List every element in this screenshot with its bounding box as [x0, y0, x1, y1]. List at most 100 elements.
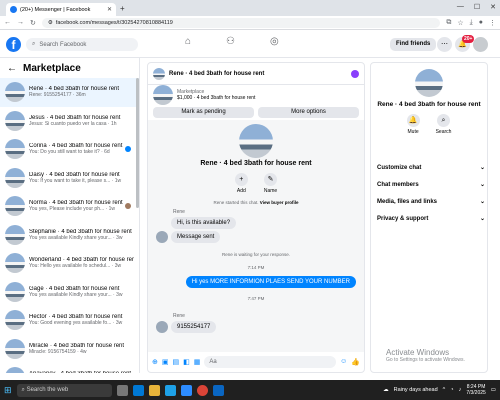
- weather-icon[interactable]: ☁: [383, 387, 389, 393]
- windows-taskbar: ⊞ ⌕ Search the web ☁ Rainy days ahead ^ …: [0, 380, 500, 400]
- browser-tab[interactable]: (20+) Messenger | Facebook ✕: [6, 3, 116, 16]
- maximize-icon[interactable]: ☐: [474, 3, 480, 11]
- minimize-icon[interactable]: —: [457, 3, 464, 11]
- item-title: Miracle · 4 bed 3bath for house rent: [29, 342, 125, 349]
- marketplace-panel: ← Marketplace Rene · 4 bed 3bath for hou…: [0, 58, 140, 373]
- view-buyer-profile-link[interactable]: View buyer profile: [260, 200, 299, 205]
- download-icon[interactable]: ⤓: [470, 19, 473, 27]
- item-preview: You yes available Kindly share your... ·…: [29, 291, 123, 298]
- name-button[interactable]: ✎ Name: [264, 173, 277, 194]
- marketplace-list-item[interactable]: Corina · 4 bed 3bath for house rent You: …: [0, 135, 139, 164]
- mute-button[interactable]: 🔔 Mute: [406, 114, 420, 135]
- message-feed: Rene · 4 bed 3bath for house rent + Add …: [148, 120, 364, 352]
- volume-icon[interactable]: ♪: [459, 387, 462, 393]
- mark-as-pending-button[interactable]: Mark as pending: [153, 107, 254, 118]
- mail-icon[interactable]: [180, 384, 192, 396]
- browser-tabbar: (20+) Messenger | Facebook ✕ + — ☐ ✕: [0, 0, 500, 16]
- incoming-message[interactable]: 9155254177: [171, 321, 217, 333]
- edge-icon[interactable]: [132, 384, 144, 396]
- incoming-message[interactable]: Message sent: [171, 231, 221, 243]
- marketplace-list-item[interactable]: Miracle · 4 bed 3bath for house rent Mira…: [0, 335, 139, 364]
- listing-thumbnail: [5, 338, 25, 359]
- chat-avatar[interactable]: [153, 67, 165, 80]
- notification-center-icon[interactable]: ▭: [491, 387, 496, 393]
- reload-icon[interactable]: ↻: [30, 19, 36, 27]
- marketplace-list-item[interactable]: Norma · 4 bed 3bath for house rent You ye…: [0, 192, 139, 221]
- marketplace-list-item[interactable]: Hector · 4 bed 3bath for house rent You: …: [0, 306, 139, 335]
- weather-text[interactable]: Rainy days ahead: [394, 387, 438, 393]
- plus-icon[interactable]: ⊕: [152, 358, 158, 366]
- outgoing-message[interactable]: Hi yes MORE INFORMION PLAES SEND YOUR NU…: [185, 276, 356, 288]
- more-options-button[interactable]: More options: [258, 107, 359, 118]
- file-explorer-icon[interactable]: [148, 384, 160, 396]
- message-input[interactable]: Aa: [204, 355, 337, 368]
- privacy-support-row[interactable]: Privacy & support ⌄: [377, 210, 485, 227]
- item-preview: Miracle: 9156754159 · 4w: [29, 348, 87, 355]
- chat-info-icon[interactable]: [351, 69, 359, 78]
- emoji-icon[interactable]: ☺: [340, 358, 347, 365]
- windows-start-icon[interactable]: ⊞: [4, 385, 12, 396]
- media-files-row[interactable]: Media, files and links ⌄: [377, 193, 485, 210]
- marketplace-scrollbar[interactable]: [136, 78, 139, 208]
- chat-started-note: Rene started this chat. View buyer profi…: [148, 200, 364, 205]
- friends-icon[interactable]: ⚇: [226, 36, 235, 47]
- section-label: Media, files and links: [377, 198, 438, 205]
- sticker-icon[interactable]: ◧: [183, 358, 190, 366]
- incoming-message[interactable]: Hi, is this available?: [171, 217, 237, 229]
- search-chat-button[interactable]: ⌕ Search: [436, 114, 451, 135]
- task-view-icon[interactable]: [116, 384, 128, 396]
- find-friends-button[interactable]: Find friends: [390, 38, 437, 51]
- chat-members-row[interactable]: Chat members ⌄: [377, 176, 485, 193]
- marketplace-list-item[interactable]: Daisy · 4 bed 3bath for house rent You: I…: [0, 164, 139, 193]
- forward-icon[interactable]: →: [17, 19, 24, 26]
- bookmark-star-icon[interactable]: ☆: [457, 19, 463, 27]
- product-bar[interactable]: Marketplace $1,000 · 4 bed 3bath for hou…: [148, 85, 364, 105]
- listing-thumbnail: [5, 224, 25, 245]
- chrome-icon[interactable]: [196, 384, 208, 396]
- search-facebook-input[interactable]: ⌕ Search Facebook: [26, 38, 138, 51]
- sender-avatar[interactable]: [156, 231, 168, 243]
- teams-icon[interactable]: [212, 384, 224, 396]
- facebook-logo-icon[interactable]: f: [6, 37, 21, 52]
- close-tab-icon[interactable]: ✕: [107, 6, 112, 13]
- marketplace-list-item[interactable]: Wonderland · 4 bed 3bath for house rent Y…: [0, 249, 139, 278]
- back-icon[interactable]: ←: [4, 19, 11, 26]
- marketplace-list-item[interactable]: Rene · 4 bed 3bath for house rent Rene: 9…: [0, 78, 139, 107]
- new-tab-icon[interactable]: +: [120, 4, 125, 13]
- cast-icon[interactable]: ⧉: [446, 19, 451, 27]
- add-button[interactable]: + Add: [234, 173, 248, 194]
- menu-grid-icon[interactable]: ⋯: [437, 37, 452, 52]
- item-preview: You: Do you still want to take it? · 6d: [29, 149, 110, 156]
- marketplace-list-item[interactable]: Stephanie · 4 bed 3bath for house rent Yo…: [0, 221, 139, 250]
- customize-chat-row[interactable]: Customize chat ⌄: [377, 159, 485, 176]
- site-info-icon[interactable]: ⚙: [48, 20, 53, 26]
- close-window-icon[interactable]: ✕: [490, 3, 496, 11]
- chat-header: Rene · 4 bed 3bath for house rent: [148, 63, 364, 85]
- browser-menu-icon[interactable]: ⋮: [489, 19, 496, 27]
- listing-thumbnail: [5, 281, 25, 302]
- item-title: Jesus · 4 bed 3bath for house rent: [29, 114, 121, 121]
- marketplace-list-item[interactable]: Gage · 4 bed 3bath for house rent You yes…: [0, 278, 139, 307]
- marketplace-list-item[interactable]: Jesus · 4 bed 3bath for house rent Jesus:…: [0, 107, 139, 136]
- item-title: Stephanie · 4 bed 3bath for house rent: [29, 228, 132, 235]
- url-field[interactable]: ⚙ facebook.com/messages/t/30254270810884…: [41, 17, 441, 28]
- camera-icon[interactable]: ▣: [162, 358, 169, 366]
- profile-icon[interactable]: ●: [479, 19, 483, 27]
- details-avatar[interactable]: [415, 69, 443, 97]
- facebook-header: f ⌕ Search Facebook ⌂ ⚇ ◎ Find friends ⋯…: [0, 30, 500, 58]
- taskbar-search[interactable]: ⌕ Search the web: [16, 383, 112, 397]
- listing-thumbnail: [5, 367, 25, 373]
- home-icon[interactable]: ⌂: [185, 36, 191, 47]
- marketplace-list-item[interactable]: Anayancy · 4 bed 3bath for house rentAna…: [0, 363, 139, 373]
- back-arrow-icon[interactable]: ←: [7, 63, 17, 74]
- network-icon[interactable]: ◔: [450, 387, 453, 393]
- gif-icon[interactable]: ▦: [194, 358, 201, 366]
- sender-avatar[interactable]: [156, 321, 168, 333]
- account-avatar[interactable]: [473, 37, 488, 52]
- clock[interactable]: 8:24 PM 7/3/2025: [466, 384, 485, 396]
- gallery-icon[interactable]: ▤: [173, 358, 180, 366]
- thumbs-up-icon[interactable]: 👍: [351, 358, 360, 366]
- store-icon[interactable]: [164, 384, 176, 396]
- tray-chevron-icon[interactable]: ^: [443, 387, 446, 393]
- groups-icon[interactable]: ◎: [270, 36, 279, 47]
